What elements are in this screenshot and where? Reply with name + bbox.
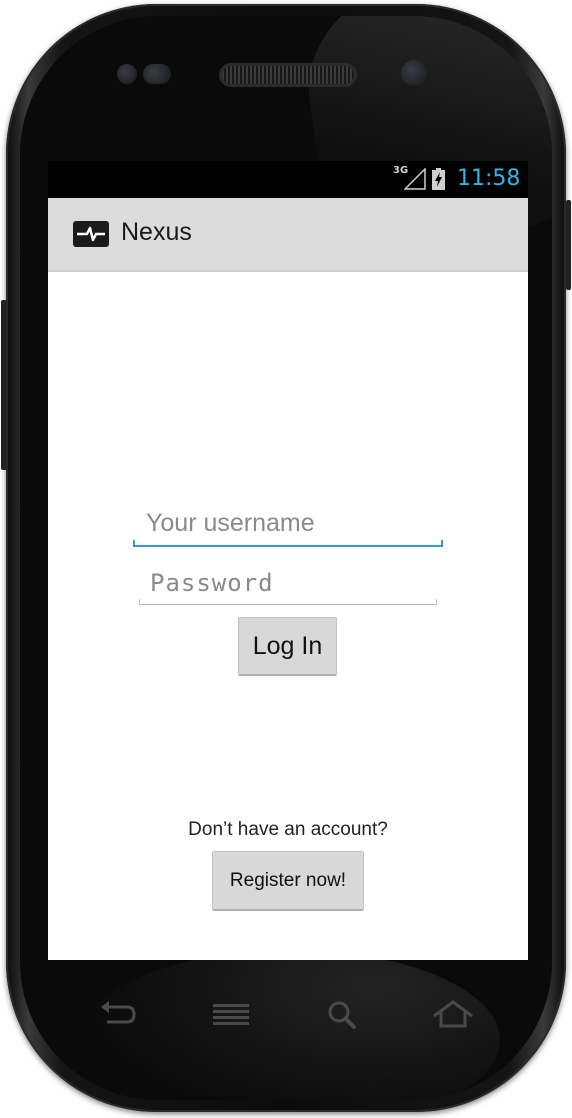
username-field[interactable] [133, 501, 443, 547]
status-bar: 3G 11:58 [48, 161, 528, 198]
login-button[interactable]: Log In [238, 617, 337, 676]
password-field[interactable] [139, 561, 437, 605]
password-underline [139, 604, 437, 605]
screen: 3G 11:58 Nexus Log In Don’t have an acco… [48, 161, 528, 960]
password-input[interactable] [150, 565, 430, 601]
username-input[interactable] [146, 505, 436, 541]
menu-icon[interactable] [210, 998, 252, 1032]
action-bar: Nexus [48, 198, 528, 272]
back-icon[interactable] [97, 998, 139, 1032]
register-prompt: Don’t have an account? [188, 819, 388, 840]
password-underline-left [139, 599, 140, 605]
volume-button[interactable] [1, 300, 7, 470]
light-sensor-icon [143, 64, 171, 84]
register-button[interactable]: Register now! [212, 851, 364, 911]
power-button[interactable] [566, 200, 571, 290]
front-camera-icon [401, 60, 427, 86]
username-underline-left [133, 540, 135, 547]
signal-icon [404, 168, 426, 190]
search-icon[interactable] [322, 998, 364, 1032]
username-underline-right [441, 540, 443, 547]
battery-charging-icon [432, 168, 445, 190]
pulse-icon[interactable] [73, 221, 109, 247]
username-underline [133, 545, 443, 547]
pulse-icon-graphic [77, 226, 105, 242]
clock: 11:58 [457, 166, 521, 191]
password-underline-right [436, 599, 437, 605]
home-icon[interactable] [432, 998, 474, 1032]
earpiece-speaker [222, 66, 354, 84]
app-title: Nexus [121, 218, 192, 246]
proximity-sensor-icon [117, 64, 137, 84]
